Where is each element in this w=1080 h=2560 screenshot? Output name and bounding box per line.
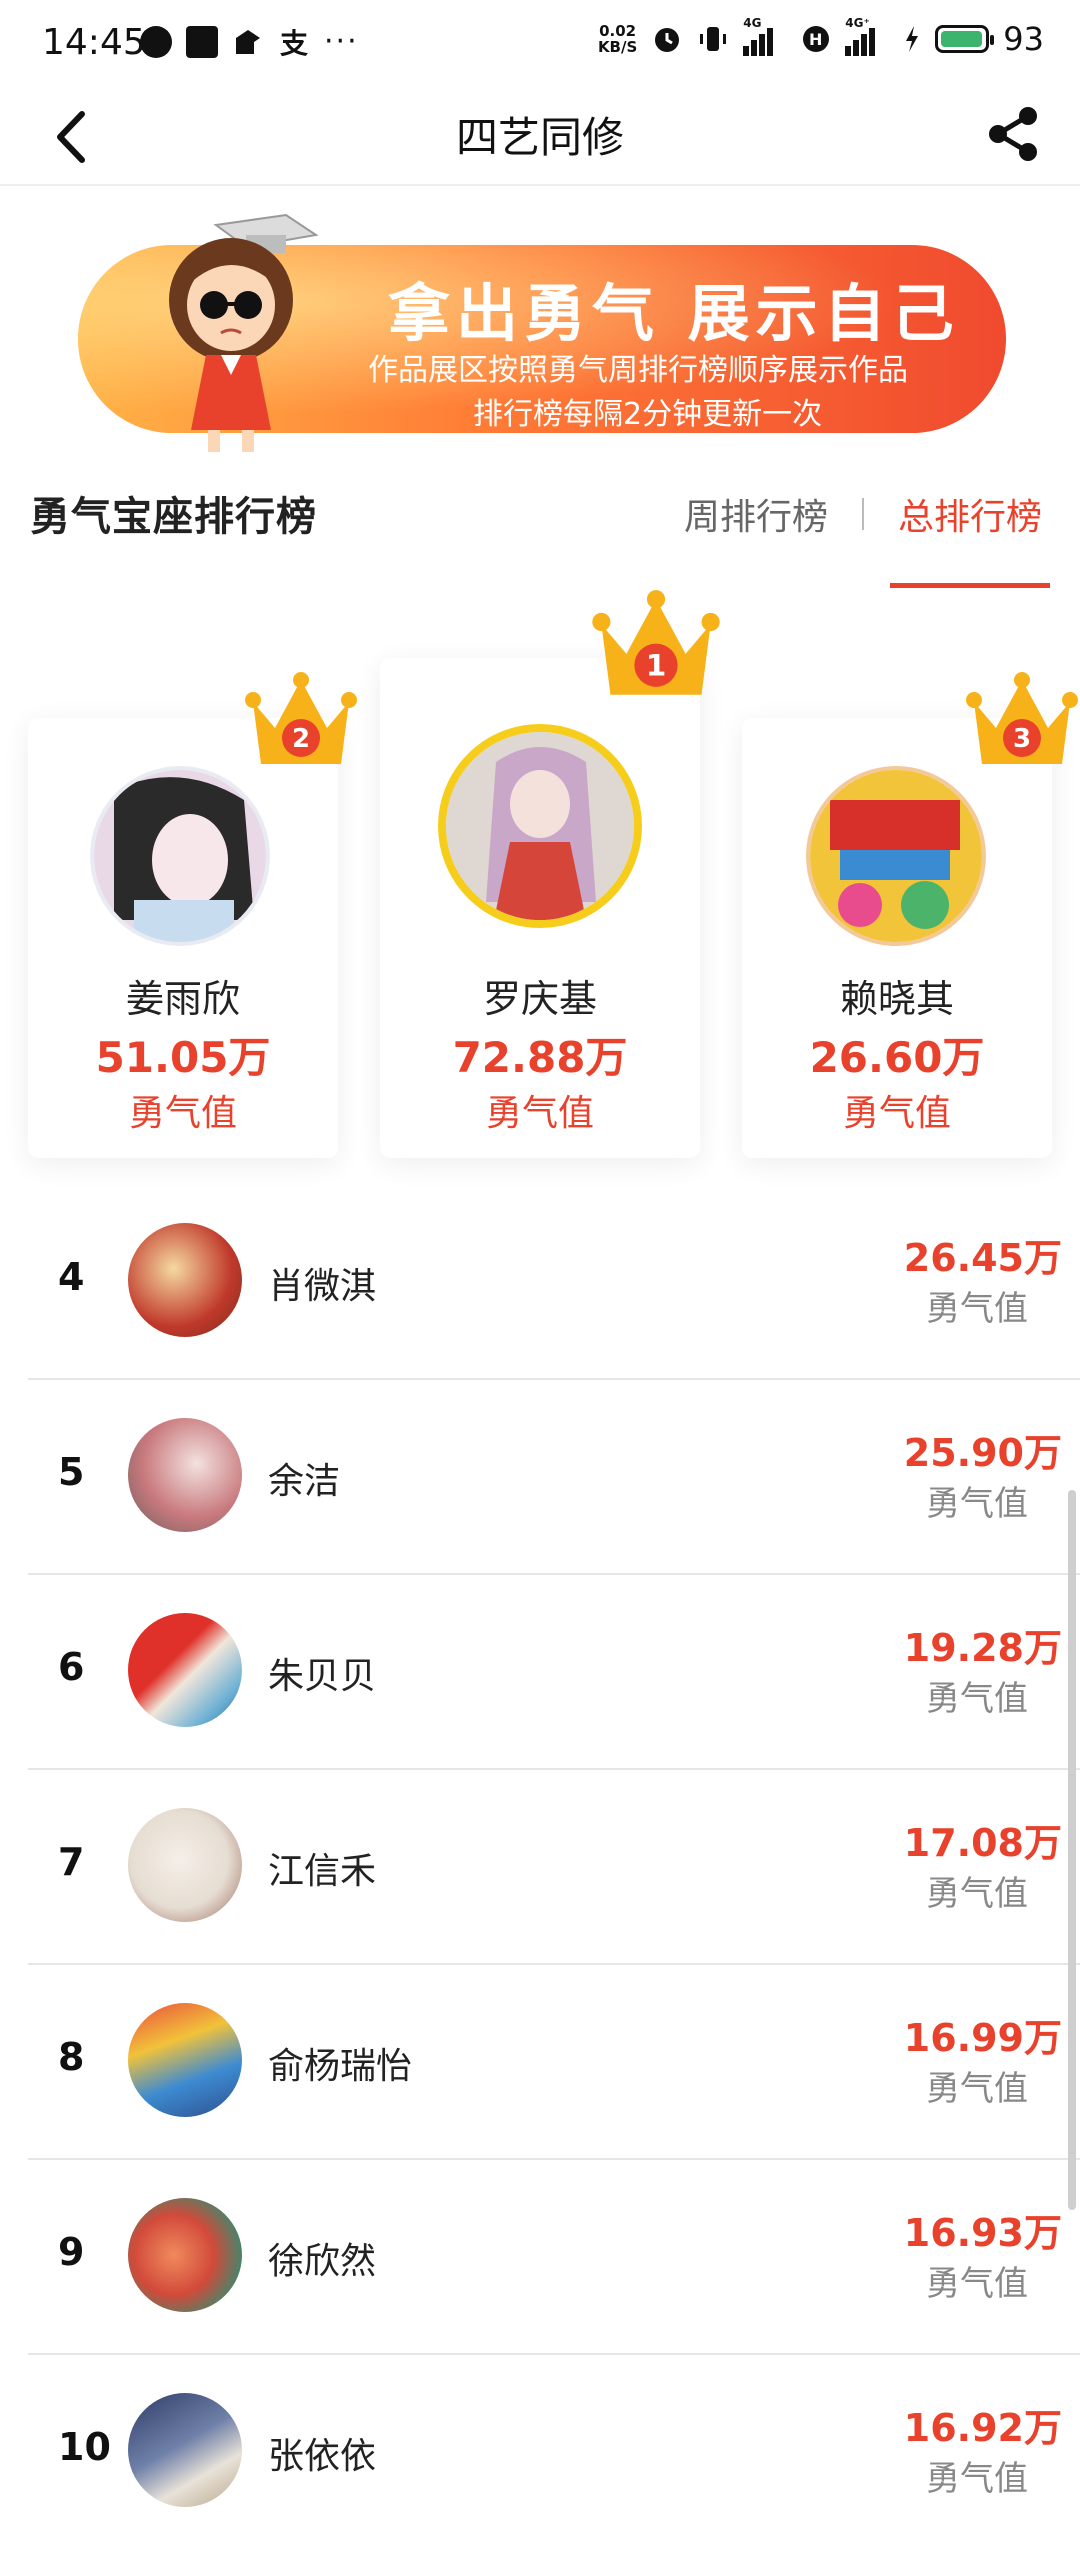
list-item[interactable]: 8 俞杨瑞怡 16.99万 勇气值 [28, 1965, 1080, 2160]
avatar [90, 766, 270, 946]
rank-number: 7 [58, 1840, 85, 1884]
score-unit: 勇气值 [926, 1679, 1028, 1719]
user-name: 张依依 [268, 2436, 377, 2477]
banner-headline: 拿出勇气 展示自己 [388, 277, 960, 350]
score-value: 16.99万 [903, 2016, 1062, 2060]
more-dots-icon: ··· [324, 24, 359, 59]
podium-name: 姜雨欣 [125, 977, 240, 1021]
chat-icon [140, 25, 172, 58]
score-unit: 勇气值 [926, 1874, 1028, 1914]
score-unit: 勇气值 [926, 1484, 1028, 1524]
rank-number: 5 [58, 1450, 85, 1494]
avatar [128, 1223, 242, 1337]
podium-unit: 勇气值 [842, 1093, 951, 1134]
podium-unit: 勇气值 [485, 1093, 594, 1134]
banner-line-1: 作品展区按照勇气周排行榜顺序展示作品 [368, 353, 908, 388]
crown-2-icon: 2 [245, 672, 357, 764]
alarm-icon [655, 28, 680, 52]
podium-card-2[interactable]: 2 姜雨欣 51.05万 勇气值 [28, 672, 357, 1158]
tab-divider [861, 498, 864, 530]
score-value: 17.08万 [903, 1821, 1062, 1865]
crown-1-icon: 1 [592, 590, 720, 695]
scrollbar[interactable] [1068, 1490, 1076, 2210]
score-value: 26.45万 [903, 1236, 1062, 1280]
media-icon [186, 25, 218, 58]
leaderboard-tabs: 周排行榜 总排行榜 [676, 488, 1051, 588]
svg-text:1: 1 [646, 648, 667, 682]
hd-icon: H [803, 26, 830, 52]
list-item[interactable]: 5 余洁 25.90万 勇气值 [28, 1380, 1080, 1575]
tab-total[interactable]: 总排行榜 [889, 488, 1051, 588]
score-value: 16.92万 [903, 2406, 1062, 2450]
svg-text:2: 2 [292, 724, 310, 754]
svg-text:H: H [809, 30, 822, 49]
user-name: 朱贝贝 [268, 1656, 377, 1697]
vibrate-icon [700, 27, 727, 51]
list-item[interactable]: 9 徐欣然 16.93万 勇气值 [28, 2160, 1080, 2355]
avatar [128, 1808, 242, 1922]
signal-4g-plus-icon: 4G⁺ [845, 16, 889, 56]
podium-unit: 勇气值 [128, 1093, 237, 1134]
rank-number: 10 [58, 2425, 111, 2469]
podium-card-1[interactable]: 1 罗庆基 72.88万 勇气值 [380, 590, 720, 1158]
crown-3-icon: 3 [966, 672, 1078, 764]
user-name: 徐欣然 [268, 2241, 377, 2282]
page-title: 四艺同修 [455, 113, 624, 162]
avatar [128, 2198, 242, 2312]
avatar [438, 724, 642, 928]
podium-card-3[interactable]: 3 赖晓其 26.60万 勇气值 [742, 672, 1078, 1158]
podium-name: 赖晓其 [839, 977, 954, 1021]
battery-level: 93 [1003, 20, 1044, 58]
score-value: 25.90万 [903, 1431, 1062, 1475]
user-name: 江信禾 [268, 1851, 377, 1892]
notification-icon [232, 26, 264, 58]
list-item[interactable]: 4 肖微淇 26.45万 勇气值 [28, 1185, 1080, 1380]
battery-icon [935, 25, 995, 53]
avatar [128, 1418, 242, 1532]
promo-banner[interactable]: 拿出勇气 展示自己 作品展区按照勇气周排行榜顺序展示作品 排行榜每隔2分钟更新一… [78, 213, 1006, 452]
tab-weekly[interactable]: 周排行榜 [676, 488, 836, 540]
nav-bar: 四艺同修 [0, 90, 1080, 186]
leaderboard-title: 勇气宝座排行榜 [30, 494, 317, 540]
svg-text:3: 3 [1013, 724, 1031, 754]
list-item[interactable]: 7 江信禾 17.08万 勇气值 [28, 1770, 1080, 1965]
podium-value: 51.05万 [95, 1033, 271, 1082]
rank-number: 9 [58, 2230, 85, 2274]
alipay-icon: 支 [278, 26, 310, 60]
podium-value: 72.88万 [452, 1033, 628, 1082]
user-name: 余洁 [268, 1461, 341, 1502]
score-value: 16.93万 [903, 2211, 1062, 2255]
avatar [128, 1613, 242, 1727]
list-item[interactable]: 6 朱贝贝 19.28万 勇气值 [28, 1575, 1080, 1770]
podium-name: 罗庆基 [482, 977, 597, 1021]
rank-number: 6 [58, 1645, 85, 1689]
rank-list: 4 肖微淇 26.45万 勇气值 5 余洁 25.90万 勇气值 6 朱贝贝 1… [28, 1185, 1080, 2548]
score-value: 19.28万 [903, 1626, 1062, 1670]
score-unit: 勇气值 [926, 2264, 1028, 2304]
net-speed: 0.02 KB/S [597, 22, 638, 56]
avatar [806, 766, 986, 946]
mascot-girl-illustration [169, 213, 319, 452]
rank-number: 8 [58, 2035, 85, 2079]
svg-text:支: 支 [280, 27, 308, 58]
status-time: 14:45 [42, 22, 146, 63]
score-unit: 勇气值 [926, 2459, 1028, 2499]
rank-number: 4 [58, 1255, 85, 1299]
score-unit: 勇气值 [926, 2069, 1028, 2109]
status-left-icons: 支 ··· [140, 24, 359, 60]
list-item[interactable]: 10 张依依 16.92万 勇气值 [28, 2355, 1080, 2548]
podium-value: 26.60万 [809, 1033, 985, 1082]
signal-4g-icon: 4G [743, 16, 787, 56]
status-bar: 14:45 支 ··· 0.02 KB/S 4G H 4G⁺ 93 [0, 0, 1080, 90]
share-icon[interactable] [984, 102, 1044, 166]
score-unit: 勇气值 [926, 1289, 1028, 1329]
user-name: 俞杨瑞怡 [268, 2046, 413, 2087]
status-right-icons: 0.02 KB/S 4G H 4G⁺ 93 [597, 16, 1044, 58]
charging-icon [906, 26, 919, 52]
banner-line-2: 排行榜每隔2分钟更新一次 [473, 397, 823, 432]
user-name: 肖微淇 [268, 1266, 377, 1307]
avatar [128, 2003, 242, 2117]
avatar [128, 2393, 242, 2507]
